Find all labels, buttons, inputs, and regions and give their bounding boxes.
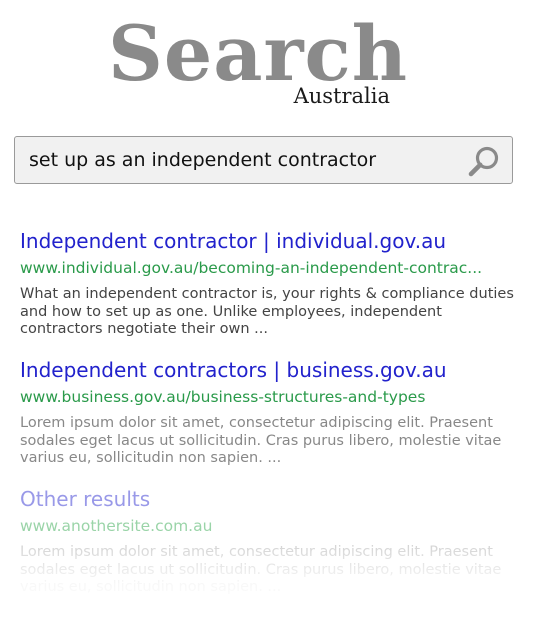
logo-subtitle: Australia [293, 84, 390, 108]
search-input[interactable] [29, 137, 459, 183]
magnifier-icon[interactable] [468, 144, 502, 178]
result-title-link[interactable]: Independent contractor | individual.gov.… [20, 226, 524, 256]
result-url-link[interactable]: www.individual.gov.au/becoming-an-indepe… [20, 256, 524, 280]
result-url-link[interactable]: www.anothersite.com.au [20, 514, 524, 538]
result-snippet: What an independent contractor is, your … [20, 286, 514, 337]
result-url-link[interactable]: www.business.gov.au/business-structures-… [20, 385, 524, 409]
site-logo[interactable]: Search Australia [108, 8, 407, 108]
search-bar [14, 136, 513, 184]
other-results-link[interactable]: Other results [20, 484, 524, 514]
result-snippet: Lorem ipsum dolor sit amet, consectetur … [20, 415, 502, 466]
search-result: Other results www.anothersite.com.au Lor… [20, 484, 524, 597]
search-result: Independent contractors | business.gov.a… [20, 355, 524, 468]
search-result: Independent contractor | individual.gov.… [20, 226, 524, 339]
search-page: Search Australia Independent contractor … [0, 0, 534, 620]
result-snippet: Lorem ipsum dolor sit amet, consectetur … [20, 544, 502, 595]
result-title-link[interactable]: Independent contractors | business.gov.a… [20, 355, 524, 385]
